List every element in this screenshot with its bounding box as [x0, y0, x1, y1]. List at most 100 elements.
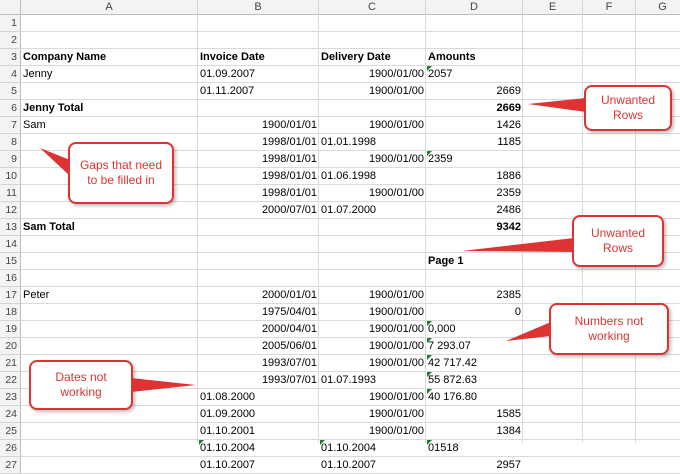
cell-c5[interactable]: 1900/01/00	[319, 83, 426, 100]
cell-b11[interactable]: 1998/01/01	[198, 185, 319, 202]
cell-d24[interactable]: 1585	[426, 406, 523, 423]
select-all-corner[interactable]	[0, 0, 21, 15]
cell-a6[interactable]: Jenny Total	[21, 100, 198, 117]
row-header[interactable]: 19	[0, 321, 21, 338]
cell-c10[interactable]: 01.06.1998	[319, 168, 426, 185]
cell-c16[interactable]	[319, 270, 426, 287]
error-indicator-icon[interactable]	[427, 338, 432, 343]
cell-d6[interactable]: 2669	[426, 100, 523, 117]
cell-a16[interactable]	[21, 270, 198, 287]
column-header-b[interactable]: B	[198, 0, 319, 15]
column-header-g[interactable]: G	[636, 0, 680, 15]
cell-d14[interactable]	[426, 236, 523, 253]
cell-b18[interactable]: 1975/04/01	[198, 304, 319, 321]
row-header[interactable]: 24	[0, 406, 21, 423]
row-header[interactable]: 18	[0, 304, 21, 321]
cell-d8[interactable]: 1185	[426, 134, 523, 151]
cell-b16[interactable]	[198, 270, 319, 287]
column-header-e[interactable]: E	[523, 0, 583, 15]
cell-b24[interactable]: 01.09.2000	[198, 406, 319, 423]
cell-c6[interactable]	[319, 100, 426, 117]
cell-c4[interactable]: 1900/01/00	[319, 66, 426, 83]
cell-b10[interactable]: 1998/01/01	[198, 168, 319, 185]
cell-b3[interactable]: Invoice Date	[198, 49, 319, 66]
error-indicator-icon[interactable]	[427, 389, 432, 394]
cell-d13[interactable]: 9342	[426, 219, 523, 236]
cell-b14[interactable]	[198, 236, 319, 253]
cell-a13[interactable]: Sam Total	[21, 219, 198, 236]
cell-a4[interactable]: Jenny	[21, 66, 198, 83]
row-header[interactable]: 7	[0, 117, 21, 134]
row-header[interactable]: 2	[0, 32, 21, 49]
cell-d9[interactable]: 2359	[426, 151, 523, 168]
cell-b8[interactable]: 1998/01/01	[198, 134, 319, 151]
row-header[interactable]: 15	[0, 253, 21, 270]
cell-b19[interactable]: 2000/04/01	[198, 321, 319, 338]
row-header[interactable]: 11	[0, 185, 21, 202]
cell-c19[interactable]: 1900/01/00	[319, 321, 426, 338]
column-header-f[interactable]: F	[583, 0, 636, 15]
cell-d3[interactable]: Amounts	[426, 49, 523, 66]
cell-c18[interactable]: 1900/01/00	[319, 304, 426, 321]
cell-c22[interactable]: 01.07.1993	[319, 372, 426, 389]
error-indicator-icon[interactable]	[427, 151, 432, 156]
cell-d1[interactable]	[426, 15, 523, 32]
cell-d15[interactable]: Page 1	[426, 253, 523, 270]
row-header[interactable]: 1	[0, 15, 21, 32]
column-header-c[interactable]: C	[319, 0, 426, 15]
cell-a2[interactable]	[21, 32, 198, 49]
cell-d16[interactable]	[426, 270, 523, 287]
cell-b22[interactable]: 1993/07/01	[198, 372, 319, 389]
row-header[interactable]: 20	[0, 338, 21, 355]
cell-a19[interactable]	[21, 321, 198, 338]
cell-a17[interactable]: Peter	[21, 287, 198, 304]
cell-b23[interactable]: 01.08.2000	[198, 389, 319, 406]
cell-b4[interactable]: 01.09.2007	[198, 66, 319, 83]
cell-c2[interactable]	[319, 32, 426, 49]
row-header[interactable]: 8	[0, 134, 21, 151]
cell-d27[interactable]: 2957	[426, 457, 523, 474]
row-header[interactable]: 17	[0, 287, 21, 304]
row-header[interactable]: 3	[0, 49, 21, 66]
cell-d17[interactable]: 2385	[426, 287, 523, 304]
cell-c14[interactable]	[319, 236, 426, 253]
cell-b15[interactable]	[198, 253, 319, 270]
cell-c24[interactable]: 1900/01/00	[319, 406, 426, 423]
cell-d21[interactable]: 42 717.42	[426, 355, 523, 372]
cell-d18[interactable]: 0	[426, 304, 523, 321]
cell-c13[interactable]	[319, 219, 426, 236]
error-indicator-icon[interactable]	[427, 66, 432, 71]
row-header[interactable]: 4	[0, 66, 21, 83]
cell-b17[interactable]: 2000/01/01	[198, 287, 319, 304]
cell-b5[interactable]: 01.11.2007	[198, 83, 319, 100]
cell-c7[interactable]: 1900/01/00	[319, 117, 426, 134]
cell-b2[interactable]	[198, 32, 319, 49]
cell-c9[interactable]: 1900/01/00	[319, 151, 426, 168]
row-header[interactable]: 9	[0, 151, 21, 168]
cell-b9[interactable]: 1998/01/01	[198, 151, 319, 168]
row-header[interactable]: 27	[0, 457, 21, 474]
cell-c15[interactable]	[319, 253, 426, 270]
cell-c17[interactable]: 1900/01/00	[319, 287, 426, 304]
row-header[interactable]: 12	[0, 202, 21, 219]
cell-a15[interactable]	[21, 253, 198, 270]
cell-d20[interactable]: 7 293.07	[426, 338, 523, 355]
cell-c8[interactable]: 01.01.1998	[319, 134, 426, 151]
cell-a1[interactable]	[21, 15, 198, 32]
cell-d10[interactable]: 1886	[426, 168, 523, 185]
cell-d19[interactable]: 0,000	[426, 321, 523, 338]
row-header[interactable]: 23	[0, 389, 21, 406]
cell-a3[interactable]: Company Name	[21, 49, 198, 66]
cell-b12[interactable]: 2000/07/01	[198, 202, 319, 219]
error-indicator-icon[interactable]	[427, 372, 432, 377]
row-header[interactable]: 13	[0, 219, 21, 236]
cell-b6[interactable]	[198, 100, 319, 117]
cell-d12[interactable]: 2486	[426, 202, 523, 219]
cell-a25[interactable]	[21, 423, 198, 440]
cell-b13[interactable]	[198, 219, 319, 236]
cell-c27[interactable]: 01.10.2007	[319, 457, 426, 474]
cell-c3[interactable]: Delivery Date	[319, 49, 426, 66]
cell-d4[interactable]: 2057	[426, 66, 523, 83]
row-header[interactable]: 5	[0, 83, 21, 100]
cell-c21[interactable]: 1900/01/00	[319, 355, 426, 372]
